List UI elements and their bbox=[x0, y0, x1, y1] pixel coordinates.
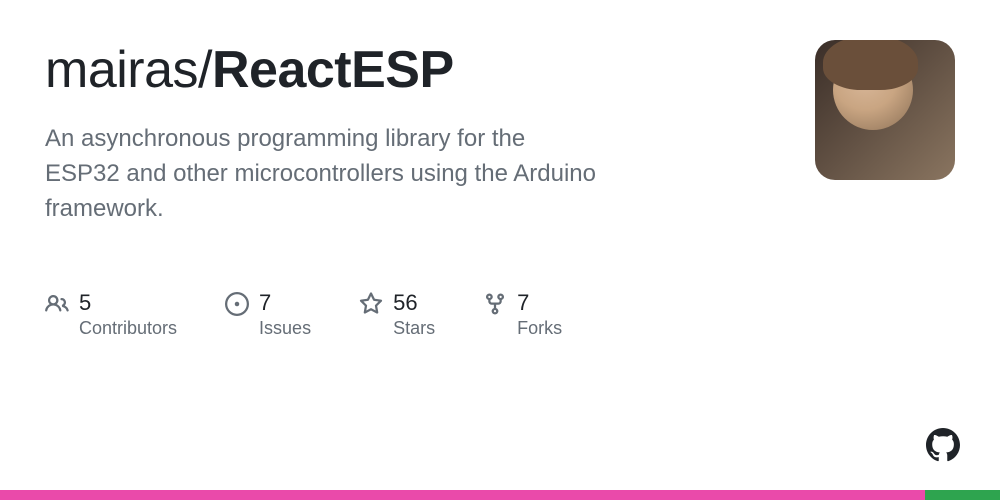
forks-label: Forks bbox=[517, 317, 562, 340]
issues-value: 7 bbox=[259, 290, 311, 316]
forks-value: 7 bbox=[517, 290, 562, 316]
stat-contributors[interactable]: 5 Contributors bbox=[45, 290, 177, 340]
stat-stars[interactable]: 56 Stars bbox=[359, 290, 435, 340]
people-icon bbox=[45, 292, 69, 316]
stars-value: 56 bbox=[393, 290, 435, 316]
avatar[interactable] bbox=[815, 40, 955, 180]
stat-text: 7 Issues bbox=[259, 290, 311, 340]
title-slash: / bbox=[198, 41, 212, 99]
language-bar-secondary bbox=[925, 490, 1000, 500]
issue-icon bbox=[225, 292, 249, 316]
stat-forks[interactable]: 7 Forks bbox=[483, 290, 562, 340]
stat-text: 56 Stars bbox=[393, 290, 435, 340]
fork-icon bbox=[483, 292, 507, 316]
repo-card: mairas/ReactESP An asynchronous programm… bbox=[0, 0, 1000, 340]
issues-label: Issues bbox=[259, 317, 311, 340]
stat-issues[interactable]: 7 Issues bbox=[225, 290, 311, 340]
stars-label: Stars bbox=[393, 317, 435, 340]
stats-row: 5 Contributors 7 Issues 56 Stars bbox=[45, 290, 785, 340]
star-icon bbox=[359, 292, 383, 316]
repo-description: An asynchronous programming library for … bbox=[45, 122, 605, 226]
language-bar-primary bbox=[0, 490, 925, 500]
stat-text: 7 Forks bbox=[517, 290, 562, 340]
repo-title[interactable]: mairas/ReactESP bbox=[45, 40, 785, 100]
github-logo-icon[interactable] bbox=[926, 428, 960, 462]
stat-text: 5 Contributors bbox=[79, 290, 177, 340]
contributors-value: 5 bbox=[79, 290, 177, 316]
repo-name[interactable]: ReactESP bbox=[212, 41, 454, 99]
contributors-label: Contributors bbox=[79, 317, 177, 340]
main-column: mairas/ReactESP An asynchronous programm… bbox=[45, 40, 785, 340]
language-stripe bbox=[0, 490, 1000, 500]
repo-owner[interactable]: mairas bbox=[45, 41, 198, 99]
